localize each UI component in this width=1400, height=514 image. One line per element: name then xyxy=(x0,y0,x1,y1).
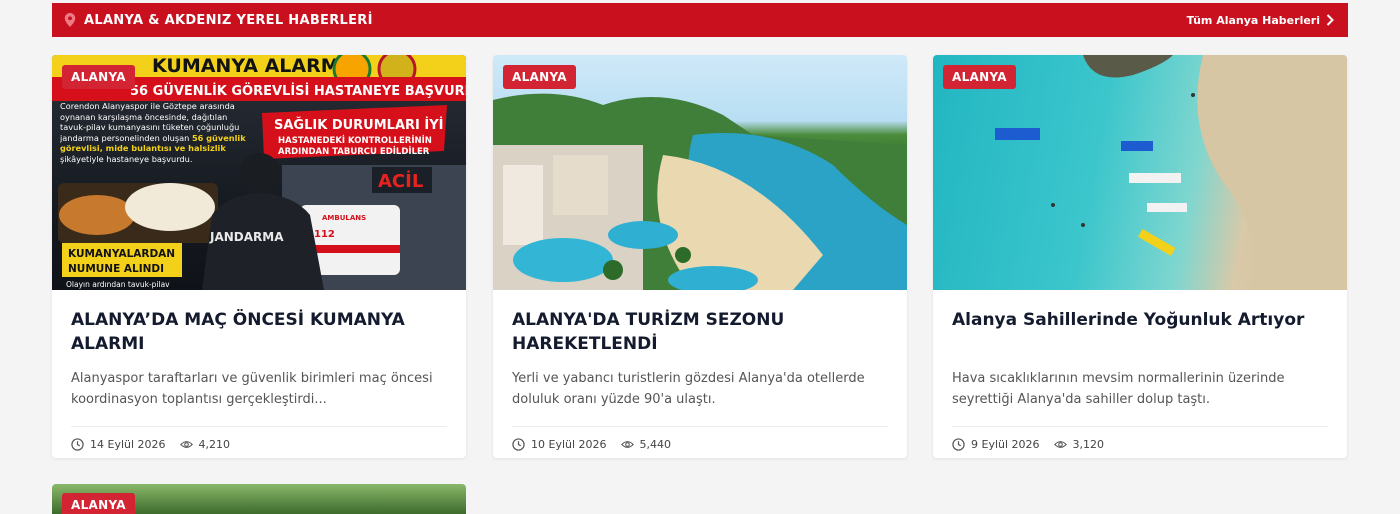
section-title: ALANYA & AKDENIZ YEREL HABERLERİ xyxy=(84,12,373,28)
card-date-text: 10 Eylül 2026 xyxy=(531,438,607,451)
card-date: 14 Eylül 2026 xyxy=(71,438,166,451)
poster-status-1: SAĞLIK DURUMLARI İYİ xyxy=(274,117,443,133)
poster-ambulance-label: AMBULANS xyxy=(322,214,366,222)
card-views: 3,120 xyxy=(1053,438,1105,451)
svg-text:112: 112 xyxy=(314,229,335,240)
news-image[interactable]: ALANYA xyxy=(493,55,907,290)
card-body: ALANYA'DA TURİZM SEZONU HAREKETLENDİ Yer… xyxy=(493,308,907,451)
all-news-link-label: Tüm Alanya Haberleri xyxy=(1186,13,1320,27)
card-date: 10 Eylül 2026 xyxy=(512,438,607,451)
poster-caption: Olayın ardından tavuk-pilav xyxy=(66,280,170,289)
map-pin-icon xyxy=(64,13,76,27)
poster-status-2: HASTANEDEKİ KONTROLLERİNİN xyxy=(278,135,432,146)
card-excerpt: Hava sıcaklıklarının mevsim normallerini… xyxy=(952,371,1285,407)
card-title[interactable]: Alanya Sahillerinde Yoğunluk Artıyor xyxy=(952,308,1328,356)
news-poster-graphic: KUMANYA ALARMI 56 GÜVENLİK GÖREVLİSİ HAS… xyxy=(52,55,466,290)
card-title[interactable]: ALANYA'DA TURİZM SEZONU HAREKETLENDİ xyxy=(512,308,888,356)
beach-photo-graphic xyxy=(995,55,1347,290)
category-badge[interactable]: ALANYA xyxy=(943,65,1016,89)
card-meta: 9 Eylül 2026 3,120 xyxy=(952,438,1328,451)
card-meta: 10 Eylül 2026 5,440 xyxy=(512,438,888,451)
section-title-group: ALANYA & AKDENIZ YEREL HABERLERİ xyxy=(64,13,373,28)
news-card[interactable]: KUMANYA ALARMI 56 GÜVENLİK GÖREVLİSİ HAS… xyxy=(52,55,466,458)
poster-headline-top: KUMANYA ALARMI xyxy=(152,55,347,77)
section-header: ALANYA & AKDENIZ YEREL HABERLERİ Tüm Ala… xyxy=(52,3,1348,37)
card-views-text: 5,440 xyxy=(639,438,672,451)
all-news-link[interactable]: Tüm Alanya Haberleri xyxy=(1187,14,1334,27)
poster-sample-1: KUMANYALARDAN xyxy=(68,248,175,260)
card-views: 5,440 xyxy=(620,438,672,451)
card-excerpt: Yerli ve yabancı turistlerin gözdesi Ala… xyxy=(512,371,865,407)
poster-headline-bar: 56 GÜVENLİK GÖREVLİSİ HASTANEYE BAŞVURDU xyxy=(130,83,466,99)
card-date-text: 14 Eylül 2026 xyxy=(90,438,166,451)
poster-sample-2: NUMUNE ALINDI xyxy=(68,263,164,275)
card-title[interactable]: ALANYA’DA MAÇ ÖNCESİ KUMANYA ALARMI xyxy=(71,308,447,356)
card-body: Alanya Sahillerinde Yoğunluk Artıyor Hav… xyxy=(933,308,1347,451)
resort-photo-graphic xyxy=(493,93,907,290)
eye-icon xyxy=(620,441,634,448)
clock-icon xyxy=(512,438,525,451)
card-date: 9 Eylül 2026 xyxy=(952,438,1040,451)
chevron-right-icon xyxy=(1326,14,1334,26)
news-image[interactable]: ALANYA xyxy=(933,55,1347,290)
card-body: ALANYA’DA MAÇ ÖNCESİ KUMANYA ALARMI Alan… xyxy=(52,308,466,451)
poster-status-3: ARDINDAN TABURCU EDİLDİLER xyxy=(278,146,430,157)
card-date-text: 9 Eylül 2026 xyxy=(971,438,1040,451)
card-views-text: 3,120 xyxy=(1072,438,1105,451)
eye-icon xyxy=(179,441,193,448)
poster-body-end: şikâyetiyle hastaneye başvurdu. xyxy=(60,153,193,164)
news-card-partial[interactable]: ALANYA xyxy=(52,484,466,514)
clock-icon xyxy=(71,438,84,451)
card-views-text: 4,210 xyxy=(198,438,231,451)
card-views: 4,210 xyxy=(179,438,231,451)
eye-icon xyxy=(1053,441,1067,448)
news-image[interactable]: KUMANYA ALARMI 56 GÜVENLİK GÖREVLİSİ HAS… xyxy=(52,55,466,290)
category-badge[interactable]: ALANYA xyxy=(62,65,135,89)
news-card[interactable]: ALANYA Alanya Sahillerinde Yoğunluk Artı… xyxy=(933,55,1347,458)
category-badge[interactable]: ALANYA xyxy=(62,493,135,514)
clock-icon xyxy=(952,438,965,451)
poster-acil-sign: ACİL xyxy=(378,170,423,192)
poster-vest-label: JANDARMA xyxy=(209,230,284,244)
category-badge[interactable]: ALANYA xyxy=(503,65,576,89)
card-divider xyxy=(512,426,888,427)
card-excerpt: Alanyaspor taraftarları ve güvenlik biri… xyxy=(71,371,433,407)
card-divider xyxy=(71,426,447,427)
card-meta: 14 Eylül 2026 4,210 xyxy=(71,438,447,451)
card-divider xyxy=(952,426,1328,427)
news-card[interactable]: ALANYA ALANYA'DA TURİZM SEZONU HAREKETLE… xyxy=(493,55,907,458)
